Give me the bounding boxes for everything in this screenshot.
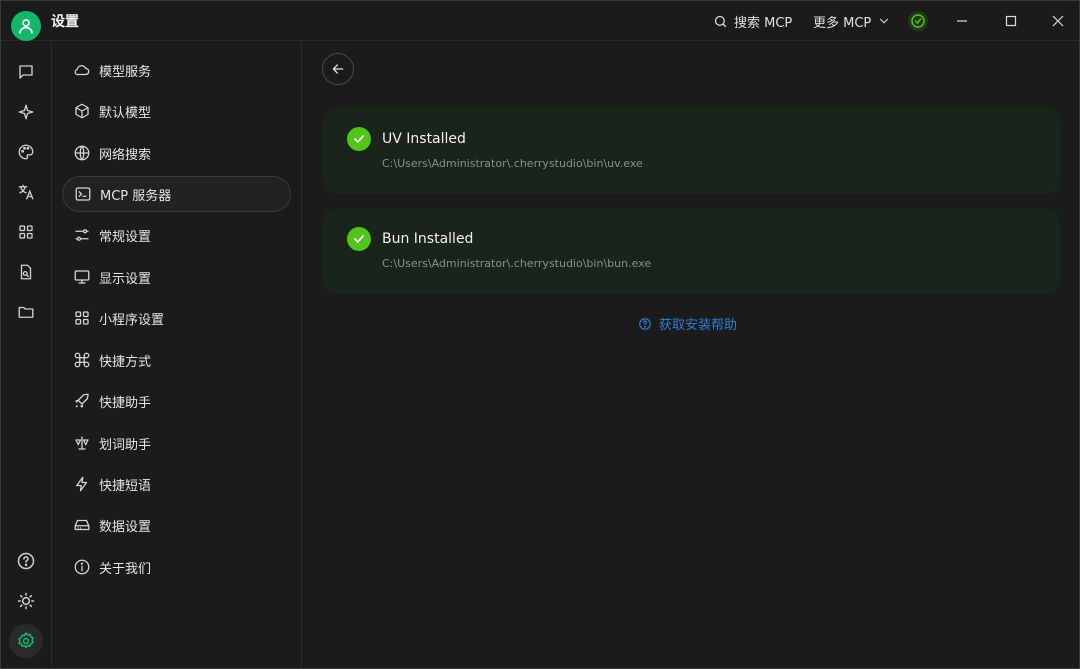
globe-icon [74,145,90,161]
text-select-icon [75,436,89,450]
hard-drive-icon [74,519,90,531]
maximize-button[interactable] [991,6,1031,36]
arrow-left-icon [332,64,344,74]
zap-icon [76,476,88,492]
help-circle-icon [639,317,651,330]
uv-install-path: C:\Users\Administrator\.cherrystudio\bin… [382,157,643,170]
check-icon [347,127,371,151]
menu-item-label: 划词助手 [99,437,152,453]
rail-chat-button[interactable] [14,60,38,84]
sparkle-icon [18,104,34,120]
gear-icon [18,632,34,649]
terminal-icon [75,187,91,201]
folder-icon [18,306,34,318]
bun-install-card: Bun Installed C:\Users\Administrator\.ch… [323,208,1060,294]
sliders-icon [75,229,89,241]
rail-knowledge-button[interactable] [14,260,38,284]
more-mcp-label: 更多 MCP [813,15,872,31]
menu-item-about[interactable]: 关于我们 [62,549,291,585]
menu-item-label: 快捷助手 [99,395,152,411]
grid-icon [75,311,89,325]
check-circle-icon [911,14,925,28]
menu-item-selection-assistant[interactable]: 划词助手 [62,425,291,461]
palette-icon [18,144,34,160]
nav-rail [1,41,52,668]
rocket-icon [75,393,89,408]
chevron-down-icon [880,18,889,24]
cloud-icon [74,65,90,76]
cube-icon [75,103,89,119]
rail-files-button[interactable] [14,300,38,324]
rail-apps-button[interactable] [14,220,38,244]
maximize-icon [1005,15,1017,27]
mcp-status-badge[interactable] [908,11,928,31]
menu-item-label: MCP 服务器 [100,188,172,204]
menu-item-label: 快捷方式 [99,354,152,370]
rail-help-button[interactable] [14,549,38,573]
translate-icon [18,184,34,200]
help-circle-icon [17,552,35,570]
file-search-icon [20,264,32,280]
menu-item-web-search[interactable]: 网络搜索 [62,135,291,171]
monitor-icon [74,270,90,284]
mcp-install-panel: UV Installed C:\Users\Administrator\.che… [302,41,1079,668]
menu-item-label: 快捷短语 [99,478,152,494]
rail-translate-button[interactable] [14,180,38,204]
menu-item-quick-assistant[interactable]: 快捷助手 [62,383,291,419]
search-mcp-button[interactable]: 搜索 MCP [713,11,792,31]
menu-item-label: 数据设置 [99,519,152,535]
menu-item-label: 关于我们 [99,561,152,577]
rail-theme-button[interactable] [14,589,38,613]
menu-item-display-settings[interactable]: 显示设置 [62,259,291,295]
minimize-button[interactable] [942,6,982,36]
menu-item-label: 显示设置 [99,271,152,287]
message-square-icon [19,65,33,79]
title-bar: 设置 搜索 MCP 更多 MCP [1,1,1079,41]
uv-install-card: UV Installed C:\Users\Administrator\.che… [323,108,1060,194]
bun-install-path: C:\Users\Administrator\.cherrystudio\bin… [382,257,652,270]
menu-item-data-settings[interactable]: 数据设置 [62,507,291,543]
menu-item-model-service[interactable]: 模型服务 [62,52,291,88]
menu-item-default-model[interactable]: 默认模型 [62,93,291,129]
rail-settings-button[interactable] [9,624,43,658]
check-icon [347,227,371,251]
install-help-label: 获取安装帮助 [659,318,738,333]
close-icon [1052,15,1064,27]
rail-agents-button[interactable] [14,100,38,124]
menu-item-shortcuts[interactable]: 快捷方式 [62,342,291,378]
search-icon [714,15,727,27]
avatar[interactable] [11,11,41,41]
user-icon [19,19,33,34]
grid-icon [19,225,33,239]
menu-item-label: 小程序设置 [99,312,165,328]
command-icon [74,352,90,368]
rail-paint-button[interactable] [14,140,38,164]
more-mcp-dropdown[interactable]: 更多 MCP [813,11,891,31]
menu-item-label: 常规设置 [99,229,152,245]
settings-menu: 模型服务 默认模型 网络搜索 MCP 服务器 常规设置 显示设置 小程序设置 快… [52,41,302,668]
menu-item-label: 模型服务 [99,64,152,80]
menu-item-general-settings[interactable]: 常规设置 [62,217,291,253]
menu-item-miniapp-settings[interactable]: 小程序设置 [62,300,291,336]
menu-item-mcp-servers[interactable]: MCP 服务器 [62,176,291,212]
info-icon [74,559,90,575]
back-button[interactable] [322,53,354,85]
search-mcp-label: 搜索 MCP [734,15,793,31]
app-window: 设置 搜索 MCP 更多 MCP 模型服务 默认模型 网络搜索 MCP 服务器 … [0,0,1080,669]
menu-item-quick-phrases[interactable]: 快捷短语 [62,466,291,502]
menu-item-label: 网络搜索 [99,147,152,163]
menu-item-label: 默认模型 [99,105,152,121]
page-title: 设置 [51,14,79,30]
sun-moon-icon [17,592,35,610]
install-help-link[interactable]: 获取安装帮助 [638,314,737,333]
uv-install-status: UV Installed [382,131,466,147]
close-button[interactable] [1038,6,1078,36]
minimize-icon [957,20,967,22]
bun-install-status: Bun Installed [382,231,474,247]
